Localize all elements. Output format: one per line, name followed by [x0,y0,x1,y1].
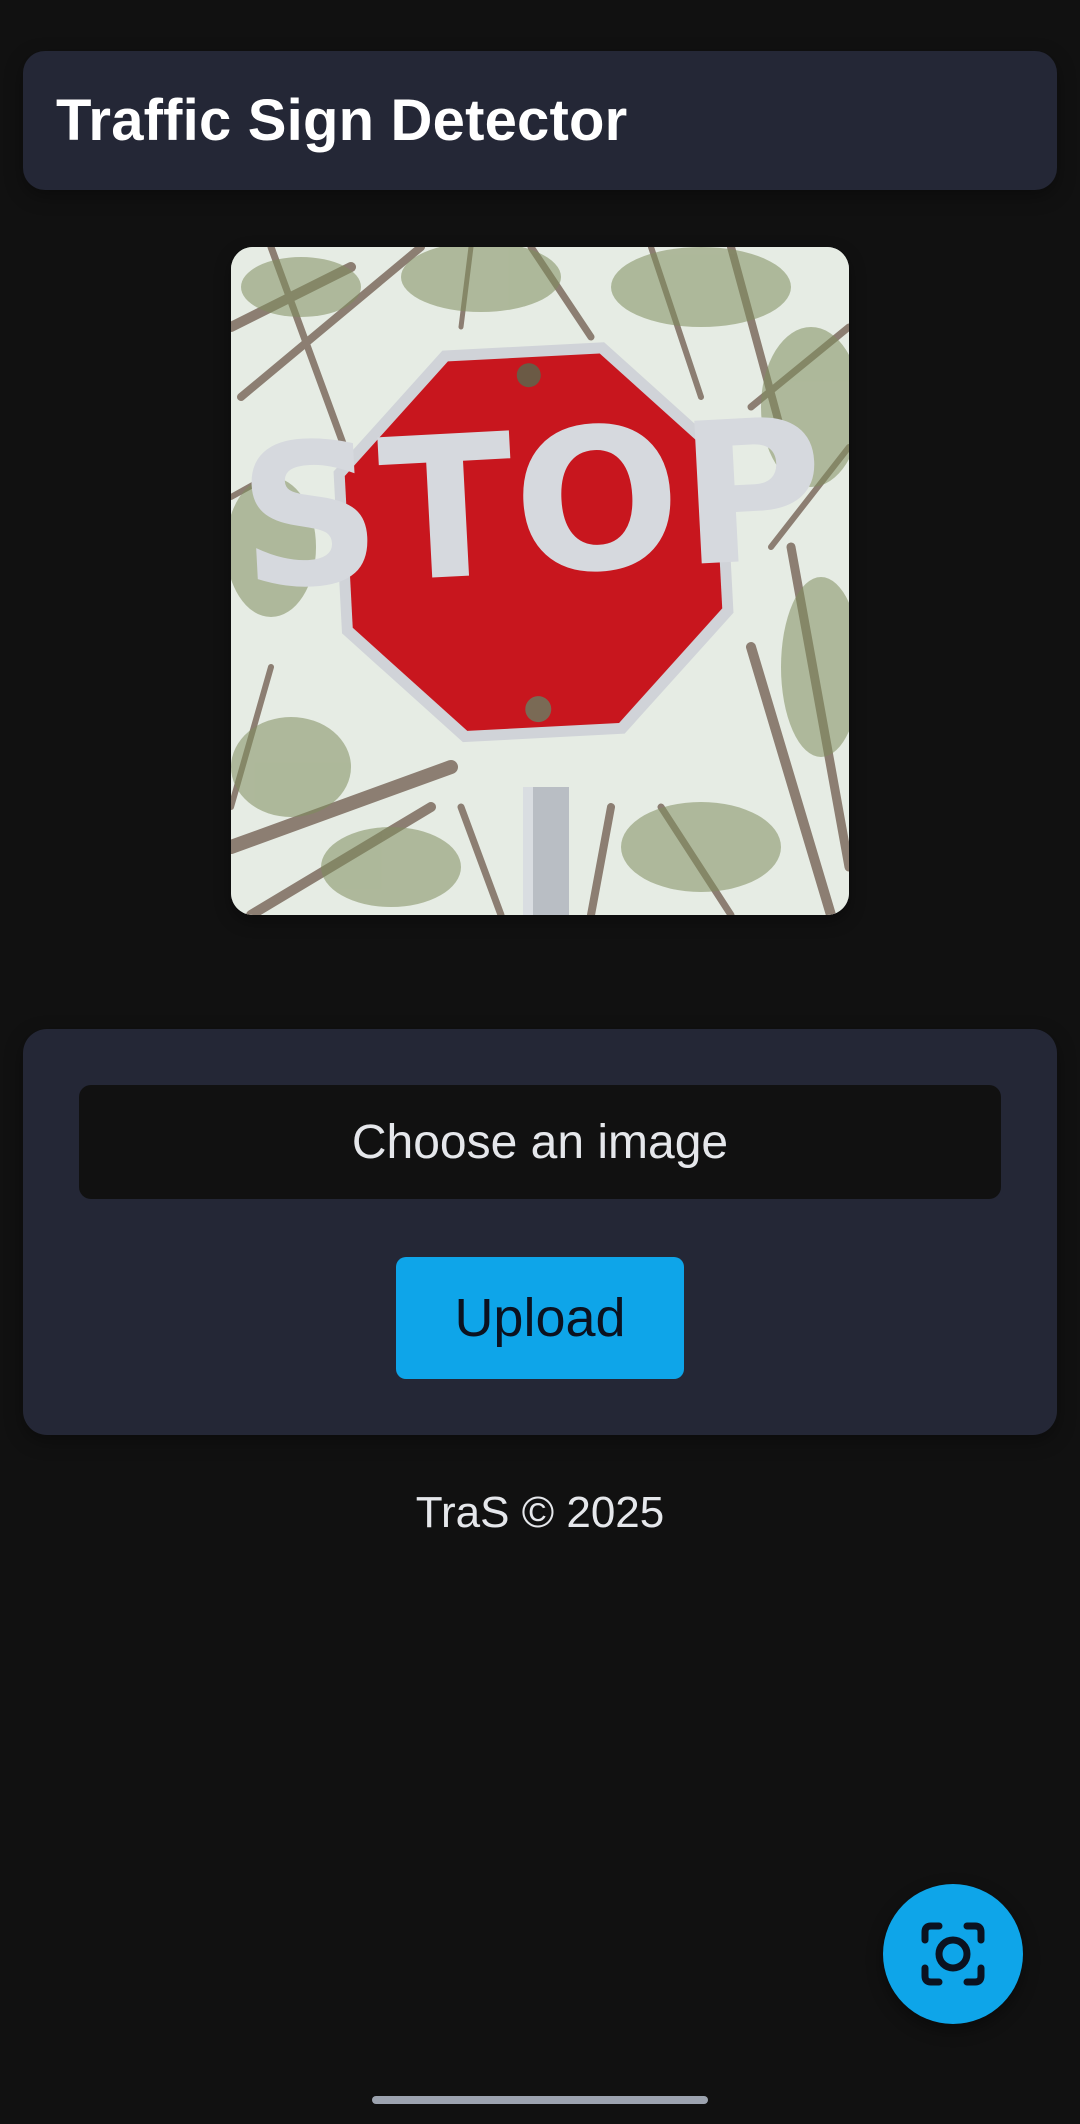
footer-copyright: TraS © 2025 [415,1488,665,1537]
page-title: Traffic Sign Detector [56,88,628,153]
sign-text: STOP [233,376,829,634]
app-header: Traffic Sign Detector [23,51,1057,190]
upload-panel: Choose an image Upload [23,1029,1057,1435]
stop-sign-photo: STOP [231,247,849,915]
choose-image-label: Choose an image [351,1115,729,1169]
image-preview: STOP [231,247,849,915]
camera-button[interactable] [883,1884,1023,2024]
home-indicator[interactable] [372,2096,708,2104]
camera-icon [921,1922,985,1986]
choose-image-button[interactable]: Choose an image [79,1085,1001,1199]
upload-button[interactable]: Upload [396,1257,684,1379]
upload-label: Upload [454,1288,626,1348]
